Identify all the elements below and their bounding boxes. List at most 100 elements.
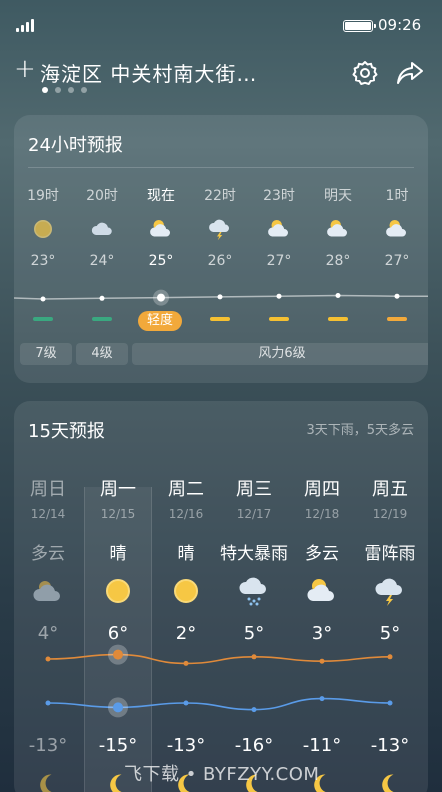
day-low: -13° <box>28 735 68 756</box>
day-column[interactable]: 周一 12/15 晴 6° -15° <box>84 475 152 792</box>
hour-point <box>394 293 400 299</box>
day-condition: 晴 <box>177 544 195 564</box>
thunderstorm-icon <box>374 575 406 606</box>
hour-temp: 24° <box>89 253 115 269</box>
day-low: -13° <box>370 735 410 756</box>
hour-temp: 28° <box>325 253 351 269</box>
hourly-title: 24小时预报 <box>28 135 123 156</box>
day-low: -11° <box>302 735 342 756</box>
day-column[interactable]: 周五 12/19 雷阵雨 5° -13° <box>356 475 424 792</box>
divider <box>28 167 414 168</box>
wind-level: 7级 <box>20 343 72 365</box>
aqi-bar <box>210 317 230 321</box>
sun-icon <box>170 575 202 605</box>
day-point <box>45 656 51 662</box>
aqi-bar <box>269 317 289 321</box>
high-temp-line <box>47 653 391 665</box>
day-point <box>251 707 257 713</box>
day-column[interactable]: 周四 12/18 多云 3° -11° <box>288 475 356 792</box>
partly-cloudy-icon <box>385 217 409 241</box>
hour-temp: 23° <box>30 253 56 269</box>
sun-icon <box>102 575 134 605</box>
hour-column[interactable]: 明天 28° <box>313 185 363 269</box>
page-dot <box>68 87 74 93</box>
status-bar: 09:26 <box>0 0 442 44</box>
day-date: 12/18 <box>304 507 340 521</box>
status-time: 09:26 <box>378 16 422 34</box>
day-point <box>113 649 123 660</box>
partly-cloudy-icon <box>306 575 338 605</box>
hour-column[interactable]: 23时 27° <box>254 185 304 269</box>
day-condition: 特大暴雨 <box>220 544 288 564</box>
hour-point <box>335 293 341 298</box>
page-dot <box>55 87 61 93</box>
day-week: 周日 <box>30 479 66 500</box>
day-date: 12/14 <box>30 507 66 521</box>
day-point <box>45 700 51 706</box>
low-temp-line <box>47 697 391 711</box>
day-condition: 多云 <box>31 544 65 564</box>
hourly-temp-curve <box>14 289 428 306</box>
day-point <box>387 700 393 706</box>
day-column[interactable]: 周三 12/17 特大暴雨 5° -16° <box>220 475 288 792</box>
hour-label: 现在 <box>147 188 175 204</box>
day-week: 周一 <box>100 479 136 500</box>
cloudy-icon <box>32 575 64 605</box>
hour-column[interactable]: 20时 24° <box>77 185 127 269</box>
day-point <box>113 702 123 713</box>
day-point <box>319 658 325 664</box>
day-column[interactable]: 周二 12/16 晴 2° -13° <box>152 475 220 792</box>
day-point <box>251 654 257 660</box>
share-icon[interactable] <box>396 60 424 86</box>
day-date: 12/16 <box>168 507 204 521</box>
aqi-bar <box>92 317 112 321</box>
thunderstorm-icon <box>208 217 232 241</box>
day-column[interactable]: 周日 12/14 多云 4° -13° <box>14 475 82 792</box>
hour-temp: 26° <box>207 253 233 269</box>
day-week: 周四 <box>304 479 340 500</box>
daily-temp-curves <box>45 644 393 718</box>
moon-icon <box>376 771 404 792</box>
hour-column[interactable]: 22时 26° <box>195 185 245 269</box>
aqi-bar <box>387 317 407 321</box>
hour-temp: 25° <box>148 253 174 269</box>
day-condition: 晴 <box>109 544 127 564</box>
hour-label: 19时 <box>27 188 59 204</box>
signal-icon <box>16 18 40 32</box>
partly-cloudy-icon <box>326 217 350 241</box>
daily-subtitle: 3天下雨，5天多云 <box>306 423 414 438</box>
day-date: 12/15 <box>100 507 136 521</box>
day-week: 周二 <box>168 479 204 500</box>
hour-column[interactable]: 1时 27° <box>372 185 422 269</box>
day-low: -13° <box>166 735 206 756</box>
sun-icon <box>31 217 55 241</box>
daily-forecast-card: 15天预报 3天下雨，5天多云 周日 12/14 多云 4° -13° 周一 12/15 晴 6… <box>14 401 428 792</box>
add-city-icon[interactable]: + <box>14 56 36 82</box>
hour-point <box>217 294 223 300</box>
hour-point <box>40 296 46 302</box>
hour-point <box>157 293 165 302</box>
day-condition: 多云 <box>305 544 339 564</box>
aqi-bar <box>328 317 348 321</box>
day-condition: 雷阵雨 <box>364 544 416 564</box>
hour-label: 23时 <box>263 188 295 204</box>
hour-label: 22时 <box>204 188 236 204</box>
gear-icon[interactable] <box>352 60 378 86</box>
day-low: -16° <box>234 735 274 756</box>
hour-temp: 27° <box>266 253 292 269</box>
wind-level: 4级 <box>76 343 128 365</box>
hour-label: 1时 <box>385 188 409 204</box>
day-point <box>183 660 189 666</box>
header: + 海淀区 中关村南大街… <box>0 52 442 96</box>
day-point <box>387 654 393 660</box>
daily-title: 15天预报 <box>28 421 105 442</box>
hour-label: 20时 <box>86 188 118 204</box>
hour-point <box>276 293 282 299</box>
partly-cloudy-icon <box>149 217 173 241</box>
wind-level: 风力6级 <box>132 343 428 365</box>
day-low: -15° <box>98 735 138 756</box>
location-title[interactable]: 海淀区 中关村南大街… <box>40 58 257 87</box>
hour-column[interactable]: 现在 25° <box>136 185 186 269</box>
hour-column[interactable]: 19时 23° <box>18 185 68 269</box>
day-week: 周五 <box>372 479 408 500</box>
